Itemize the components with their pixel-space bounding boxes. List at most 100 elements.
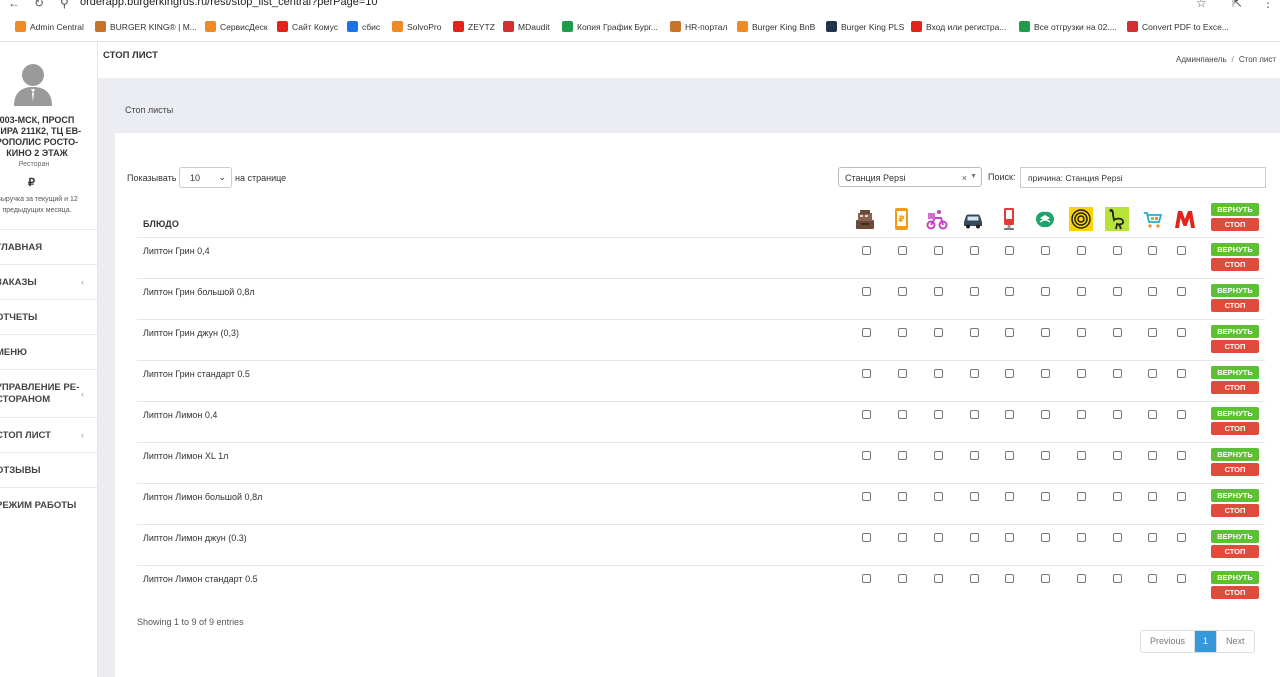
- channel-checkbox[interactable]: [1077, 328, 1086, 337]
- channel-checkbox[interactable]: [934, 574, 943, 583]
- channel-checkbox[interactable]: [898, 410, 907, 419]
- previous-button[interactable]: Previous: [1141, 631, 1195, 652]
- search-input[interactable]: [1020, 167, 1266, 188]
- channel-checkbox[interactable]: [1148, 451, 1157, 460]
- channel-checkbox[interactable]: [1041, 533, 1050, 542]
- channel-checkbox[interactable]: [862, 369, 871, 378]
- sidebar-item[interactable]: УПРАВЛЕНИЕ РЕ-СТОРАНОМ ‹: [0, 369, 97, 417]
- return-button[interactable]: ВЕРНУТЬ: [1211, 284, 1259, 297]
- channel-checkbox[interactable]: [1148, 533, 1157, 542]
- return-button[interactable]: ВЕРНУТЬ: [1211, 489, 1259, 502]
- channel-checkbox[interactable]: [1177, 246, 1186, 255]
- channel-checkbox[interactable]: [1077, 533, 1086, 542]
- channel-checkbox[interactable]: [898, 246, 907, 255]
- channel-checkbox[interactable]: [1005, 574, 1014, 583]
- return-button[interactable]: ВЕРНУТЬ: [1211, 448, 1259, 461]
- station-select[interactable]: Станция Pepsi × ▼: [838, 167, 982, 187]
- channel-checkbox[interactable]: [862, 287, 871, 296]
- channel-checkbox[interactable]: [1148, 369, 1157, 378]
- stop-button[interactable]: СТОП: [1211, 340, 1259, 353]
- channel-checkbox[interactable]: [1041, 451, 1050, 460]
- bookmark-item[interactable]: сбис: [347, 21, 380, 32]
- reload-icon[interactable]: ↻: [34, 0, 44, 10]
- channel-checkbox[interactable]: [1177, 328, 1186, 337]
- return-button[interactable]: ВЕРНУТЬ: [1211, 407, 1259, 420]
- return-all-button[interactable]: ВЕРНУТЬ: [1211, 203, 1259, 216]
- channel-checkbox[interactable]: [862, 451, 871, 460]
- channel-checkbox[interactable]: [898, 369, 907, 378]
- sidebar-item[interactable]: МЕНЮ: [0, 334, 97, 369]
- bookmark-item[interactable]: Вход или регистра...: [911, 21, 1006, 32]
- bookmark-item[interactable]: HR-портал: [670, 21, 727, 32]
- channel-checkbox[interactable]: [934, 369, 943, 378]
- channel-checkbox[interactable]: [862, 410, 871, 419]
- stop-button[interactable]: СТОП: [1211, 258, 1259, 271]
- sidebar-item[interactable]: ЗАКАЗЫ ‹: [0, 264, 97, 299]
- sidebar-item[interactable]: СТОП ЛИСТ ‹: [0, 417, 97, 452]
- bookmark-item[interactable]: Все отгрузки на 02....: [1019, 21, 1117, 32]
- channel-checkbox[interactable]: [1148, 328, 1157, 337]
- channel-checkbox[interactable]: [1113, 574, 1122, 583]
- stop-button[interactable]: СТОП: [1211, 586, 1259, 599]
- clear-icon[interactable]: ×: [962, 173, 967, 183]
- bookmark-item[interactable]: Сайт Комус: [277, 21, 338, 32]
- stop-button[interactable]: СТОП: [1211, 504, 1259, 517]
- channel-checkbox[interactable]: [862, 328, 871, 337]
- bookmark-item[interactable]: Convert PDF to Exce...: [1127, 21, 1229, 32]
- sidebar-item[interactable]: ОТЧЕТЫ: [0, 299, 97, 334]
- channel-checkbox[interactable]: [898, 574, 907, 583]
- channel-checkbox[interactable]: [1148, 492, 1157, 501]
- per-page-select[interactable]: 10 ⌄: [179, 167, 232, 188]
- channel-checkbox[interactable]: [1177, 287, 1186, 296]
- profile-icon[interactable]: ⋮: [1262, 0, 1274, 10]
- channel-checkbox[interactable]: [1005, 246, 1014, 255]
- channel-checkbox[interactable]: [862, 533, 871, 542]
- channel-checkbox[interactable]: [1177, 451, 1186, 460]
- sidebar-item[interactable]: РЕЖИМ РАБОТЫ: [0, 487, 97, 522]
- channel-checkbox[interactable]: [970, 533, 979, 542]
- channel-checkbox[interactable]: [1113, 492, 1122, 501]
- channel-checkbox[interactable]: [1005, 410, 1014, 419]
- site-info-icon[interactable]: ⚲: [60, 0, 69, 10]
- channel-checkbox[interactable]: [1041, 492, 1050, 501]
- channel-checkbox[interactable]: [898, 287, 907, 296]
- sidebar-item[interactable]: ГЛАВНАЯ: [0, 229, 97, 264]
- channel-checkbox[interactable]: [1041, 369, 1050, 378]
- channel-checkbox[interactable]: [934, 410, 943, 419]
- channel-checkbox[interactable]: [1177, 410, 1186, 419]
- breadcrumb-admin[interactable]: Админпанель: [1176, 55, 1227, 64]
- channel-checkbox[interactable]: [1077, 246, 1086, 255]
- sidebar-item[interactable]: ОТЗЫВЫ: [0, 452, 97, 487]
- channel-checkbox[interactable]: [1077, 287, 1086, 296]
- bookmark-item[interactable]: Burger King PLS: [826, 21, 904, 32]
- channel-checkbox[interactable]: [1005, 328, 1014, 337]
- channel-checkbox[interactable]: [934, 451, 943, 460]
- channel-checkbox[interactable]: [970, 246, 979, 255]
- channel-checkbox[interactable]: [934, 328, 943, 337]
- channel-checkbox[interactable]: [1005, 492, 1014, 501]
- channel-checkbox[interactable]: [970, 328, 979, 337]
- bookmark-item[interactable]: СервисДеск: [205, 21, 268, 32]
- bookmark-item[interactable]: Копия График Бург...: [562, 21, 658, 32]
- channel-checkbox[interactable]: [862, 492, 871, 501]
- return-button[interactable]: ВЕРНУТЬ: [1211, 571, 1259, 584]
- channel-checkbox[interactable]: [970, 492, 979, 501]
- channel-checkbox[interactable]: [934, 533, 943, 542]
- channel-checkbox[interactable]: [1177, 369, 1186, 378]
- channel-checkbox[interactable]: [898, 492, 907, 501]
- channel-checkbox[interactable]: [970, 287, 979, 296]
- stop-button[interactable]: СТОП: [1211, 381, 1259, 394]
- channel-checkbox[interactable]: [1113, 410, 1122, 419]
- channel-checkbox[interactable]: [1041, 287, 1050, 296]
- channel-checkbox[interactable]: [1113, 369, 1122, 378]
- channel-checkbox[interactable]: [1005, 451, 1014, 460]
- channel-checkbox[interactable]: [1177, 492, 1186, 501]
- stop-all-button[interactable]: СТОП: [1211, 218, 1259, 231]
- channel-checkbox[interactable]: [1148, 574, 1157, 583]
- address-bar[interactable]: orderapp.burgerkingrus.ru/rest/stop_list…: [80, 0, 377, 8]
- channel-checkbox[interactable]: [1113, 246, 1122, 255]
- return-button[interactable]: ВЕРНУТЬ: [1211, 366, 1259, 379]
- channel-checkbox[interactable]: [862, 574, 871, 583]
- channel-checkbox[interactable]: [1077, 369, 1086, 378]
- channel-checkbox[interactable]: [1077, 492, 1086, 501]
